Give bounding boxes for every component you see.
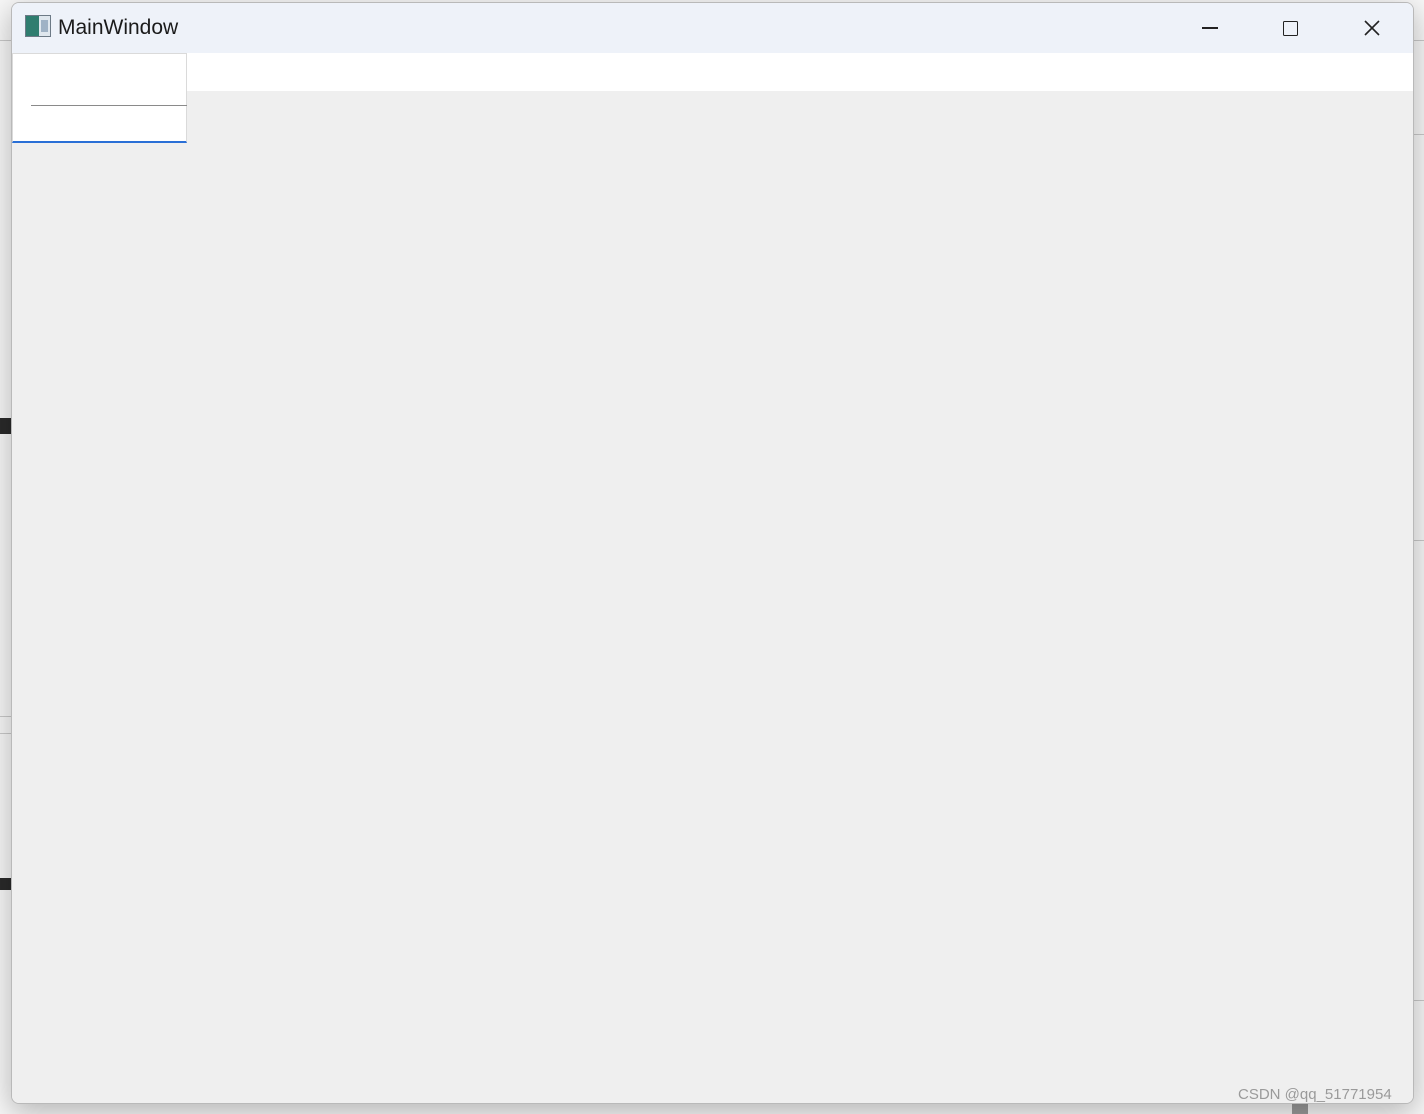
main-window: MainWindow bbox=[11, 2, 1414, 1104]
central-widget bbox=[12, 91, 1413, 1103]
minimize-button[interactable] bbox=[1170, 3, 1250, 53]
window-title: MainWindow bbox=[58, 16, 179, 39]
maximize-button[interactable] bbox=[1250, 3, 1330, 53]
maximize-icon bbox=[1282, 20, 1298, 36]
title-bar[interactable]: MainWindow bbox=[12, 3, 1413, 53]
menu-separator bbox=[31, 105, 187, 106]
background-divider bbox=[0, 733, 11, 734]
menu-popup[interactable] bbox=[12, 53, 187, 143]
app-window-icon bbox=[25, 15, 51, 37]
menu-bar[interactable] bbox=[12, 53, 1413, 91]
watermark-text: CSDN @qq_51771954 bbox=[1238, 1086, 1392, 1103]
close-icon bbox=[1364, 20, 1380, 36]
background-block bbox=[0, 418, 11, 434]
background-divider bbox=[0, 716, 11, 717]
close-button[interactable] bbox=[1332, 3, 1412, 53]
minimize-icon bbox=[1202, 27, 1218, 29]
background-block bbox=[0, 878, 11, 890]
